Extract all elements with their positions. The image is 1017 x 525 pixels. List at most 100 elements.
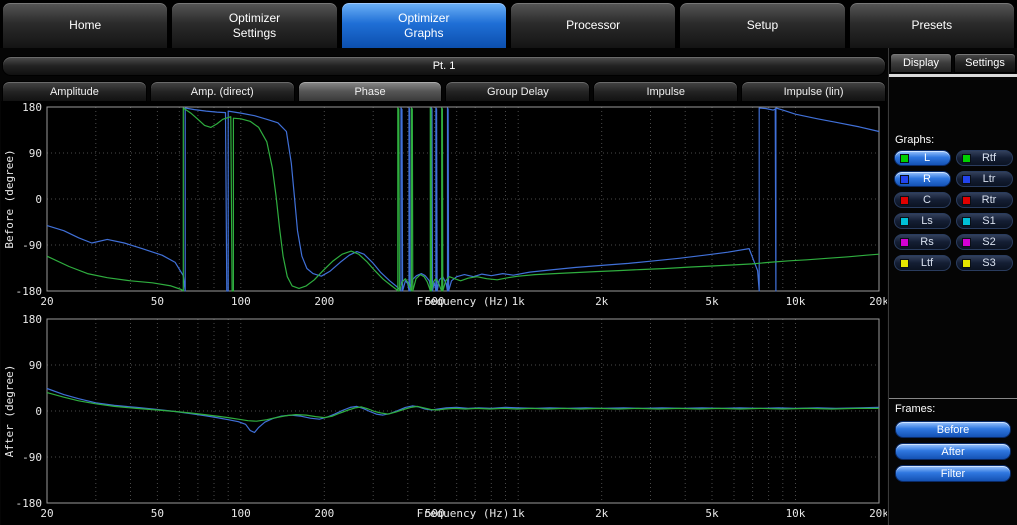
subtab-phase[interactable]: Phase — [298, 81, 443, 101]
tab-display[interactable]: Display — [890, 53, 952, 73]
svg-text:5k: 5k — [705, 295, 719, 308]
subtab-impulse-lin[interactable]: Impulse (lin) — [741, 81, 886, 101]
svg-text:100: 100 — [231, 507, 251, 520]
channel-label: Rs — [909, 236, 945, 248]
channel-swatch — [962, 154, 971, 163]
content-area: Pt. 1 Amplitude Amp. (direct) Phase Grou… — [0, 48, 1017, 525]
svg-text:0: 0 — [35, 405, 42, 418]
channel-swatch — [900, 238, 909, 247]
channel-label: Ltr — [971, 173, 1007, 185]
channel-label: S1 — [971, 215, 1007, 227]
svg-text:-90: -90 — [22, 451, 42, 464]
graph-toggle-s3[interactable]: S3 — [956, 255, 1013, 271]
svg-text:20: 20 — [40, 507, 53, 520]
svg-text:1k: 1k — [512, 507, 526, 520]
svg-text:After (degree): After (degree) — [3, 365, 16, 458]
nav-tab-setup[interactable]: Setup — [679, 2, 845, 48]
channel-swatch — [900, 175, 909, 184]
nav-tab-optimizer-settings[interactable]: Optimizer Settings — [171, 2, 337, 48]
tab-settings[interactable]: Settings — [954, 53, 1016, 73]
point-row: Pt. 1 — [2, 56, 886, 76]
graph-toggle-rtf[interactable]: Rtf — [956, 150, 1013, 166]
svg-text:180: 180 — [22, 101, 42, 114]
panel-tab-underline — [889, 74, 1017, 77]
charts-stack: 180900-90-18020501002005001k2k5k10k20kFr… — [1, 101, 887, 525]
point-selector[interactable]: Pt. 1 — [2, 56, 886, 76]
channel-label: Ls — [909, 215, 945, 227]
channel-swatch — [962, 175, 971, 184]
svg-text:Frequency (Hz): Frequency (Hz) — [417, 295, 510, 308]
svg-text:10k: 10k — [786, 295, 806, 308]
svg-text:50: 50 — [151, 295, 164, 308]
frame-toggle-filter[interactable]: Filter — [895, 465, 1011, 482]
frames-section: Frames: Before After Filter — [889, 398, 1017, 482]
graph-toggle-r[interactable]: R — [894, 171, 951, 187]
svg-text:20k: 20k — [869, 295, 887, 308]
graph-toggle-rtr[interactable]: Rtr — [956, 192, 1013, 208]
svg-text:90: 90 — [29, 359, 42, 372]
main-nav: Home Optimizer Settings Optimizer Graphs… — [0, 0, 1017, 48]
graph-toggle-ltf[interactable]: Ltf — [894, 255, 951, 271]
svg-text:200: 200 — [314, 507, 334, 520]
svg-text:2k: 2k — [595, 507, 609, 520]
svg-text:90: 90 — [29, 147, 42, 160]
subtab-amplitude[interactable]: Amplitude — [2, 81, 147, 101]
svg-text:100: 100 — [231, 295, 251, 308]
channel-label: Rtr — [971, 194, 1007, 206]
side-panel: Display Settings Graphs: L Rtf R Ltr C Rtr Ls S… — [888, 48, 1017, 525]
graphs-grid: L Rtf R Ltr C Rtr Ls S1 Rs S2 Ltf S3 — [894, 150, 1013, 271]
frames-section-label: Frames: — [895, 403, 1011, 415]
channel-label: Ltf — [909, 257, 945, 269]
svg-text:0: 0 — [35, 193, 42, 206]
optimizer-app: Home Optimizer Settings Optimizer Graphs… — [0, 0, 1017, 525]
svg-text:10k: 10k — [786, 507, 806, 520]
channel-label: C — [909, 194, 945, 206]
channel-swatch — [900, 259, 909, 268]
svg-text:2k: 2k — [595, 295, 609, 308]
subtab-group-delay[interactable]: Group Delay — [445, 81, 590, 101]
graph-toggle-ls[interactable]: Ls — [894, 213, 951, 229]
svg-text:Before (degree): Before (degree) — [3, 149, 16, 248]
graphs-section-label: Graphs: — [895, 134, 934, 146]
channel-label: R — [909, 173, 945, 185]
svg-text:180: 180 — [22, 313, 42, 326]
svg-text:50: 50 — [151, 507, 164, 520]
channel-label: S2 — [971, 236, 1007, 248]
graph-toggle-rs[interactable]: Rs — [894, 234, 951, 250]
channel-swatch — [900, 196, 909, 205]
svg-text:1k: 1k — [512, 295, 526, 308]
graph-toggle-c[interactable]: C — [894, 192, 951, 208]
svg-text:20k: 20k — [869, 507, 887, 520]
channel-swatch — [900, 217, 909, 226]
svg-text:20: 20 — [40, 295, 53, 308]
nav-tab-processor[interactable]: Processor — [510, 2, 676, 48]
nav-tab-home[interactable]: Home — [2, 2, 168, 48]
subtab-amp-direct[interactable]: Amp. (direct) — [150, 81, 295, 101]
svg-text:-180: -180 — [16, 285, 43, 298]
after-phase-chart: 180900-90-18020501002005001k2k5k10k20kFr… — [1, 313, 887, 525]
before-phase-chart: 180900-90-18020501002005001k2k5k10k20kFr… — [1, 101, 887, 313]
graph-toggle-s2[interactable]: S2 — [956, 234, 1013, 250]
graph-toggle-l[interactable]: L — [894, 150, 951, 166]
channel-swatch — [962, 238, 971, 247]
frame-toggle-before[interactable]: Before — [895, 421, 1011, 438]
svg-text:-90: -90 — [22, 239, 42, 252]
graph-toggle-ltr[interactable]: Ltr — [956, 171, 1013, 187]
svg-text:Frequency (Hz): Frequency (Hz) — [417, 507, 510, 520]
frames-buttons: Before After Filter — [895, 421, 1011, 482]
graph-toggle-s1[interactable]: S1 — [956, 213, 1013, 229]
channel-label: Rtf — [971, 152, 1007, 164]
nav-tab-optimizer-graphs[interactable]: Optimizer Graphs — [341, 2, 507, 48]
graphs-area: Pt. 1 Amplitude Amp. (direct) Phase Grou… — [0, 48, 888, 525]
panel-tabs: Display Settings — [890, 53, 1016, 73]
channel-swatch — [962, 259, 971, 268]
channel-swatch — [900, 154, 909, 163]
channel-label: S3 — [971, 257, 1007, 269]
channel-swatch — [962, 217, 971, 226]
frame-toggle-after[interactable]: After — [895, 443, 1011, 460]
graph-type-tabs: Amplitude Amp. (direct) Phase Group Dela… — [2, 81, 886, 101]
channel-swatch — [962, 196, 971, 205]
svg-text:5k: 5k — [705, 507, 719, 520]
nav-tab-presets[interactable]: Presets — [849, 2, 1015, 48]
subtab-impulse[interactable]: Impulse — [593, 81, 738, 101]
